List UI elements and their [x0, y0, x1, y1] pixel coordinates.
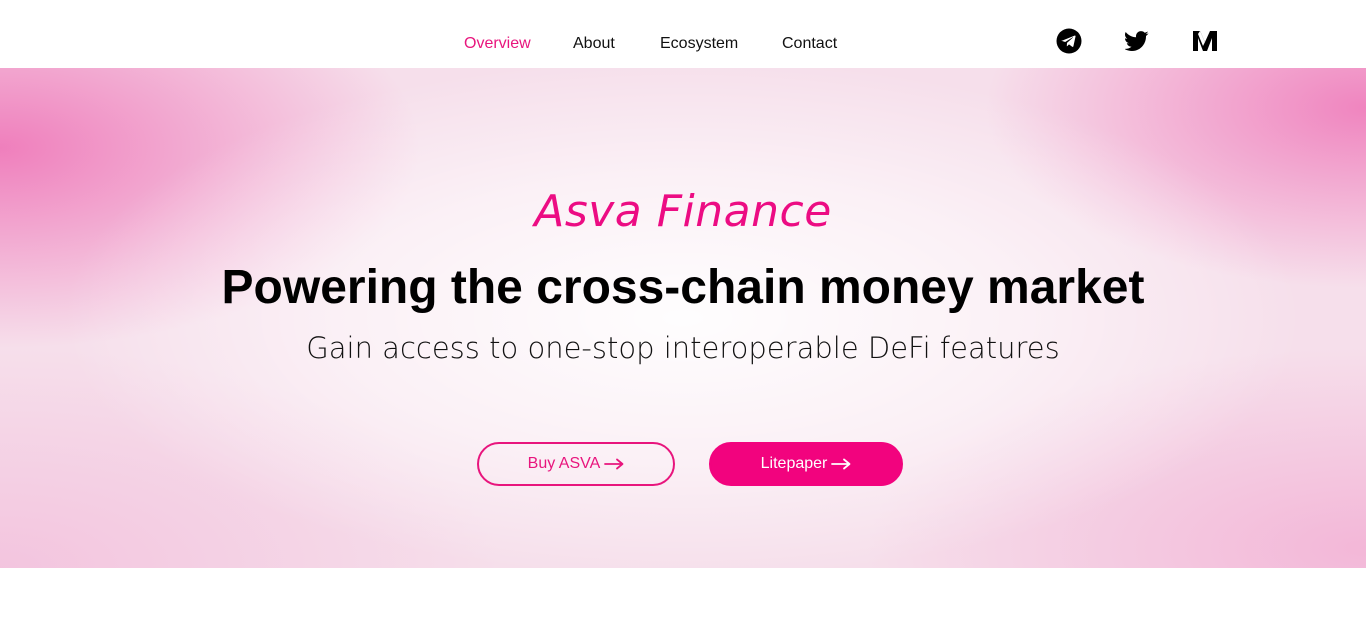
hero-section: [0, 68, 1366, 568]
medium-icon[interactable]: [1192, 28, 1218, 54]
hero-subheadline: Gain access to one-stop interoperable De…: [306, 331, 1060, 365]
arrow-right-icon: [604, 458, 624, 470]
litepaper-label: Litepaper: [760, 455, 828, 472]
nav-item-ecosystem[interactable]: Ecosystem: [660, 34, 750, 54]
nav-item-contact[interactable]: Contact: [782, 34, 852, 54]
hero-headline: Powering the cross-chain money market: [221, 261, 1145, 314]
litepaper-button[interactable]: Litepaper: [709, 442, 903, 486]
buy-asva-label: Buy ASVA: [527, 455, 601, 472]
telegram-icon[interactable]: [1056, 28, 1082, 54]
nav-item-about[interactable]: About: [573, 34, 633, 54]
brand-logo-text: Asva Finance: [534, 186, 832, 237]
buy-asva-button[interactable]: Buy ASVA: [477, 442, 675, 486]
arrow-right-icon: [831, 458, 851, 470]
top-navigation-bar: Overview About Ecosystem Contact: [0, 0, 1366, 68]
twitter-icon[interactable]: [1124, 28, 1150, 54]
nav-item-overview[interactable]: Overview: [464, 34, 544, 54]
